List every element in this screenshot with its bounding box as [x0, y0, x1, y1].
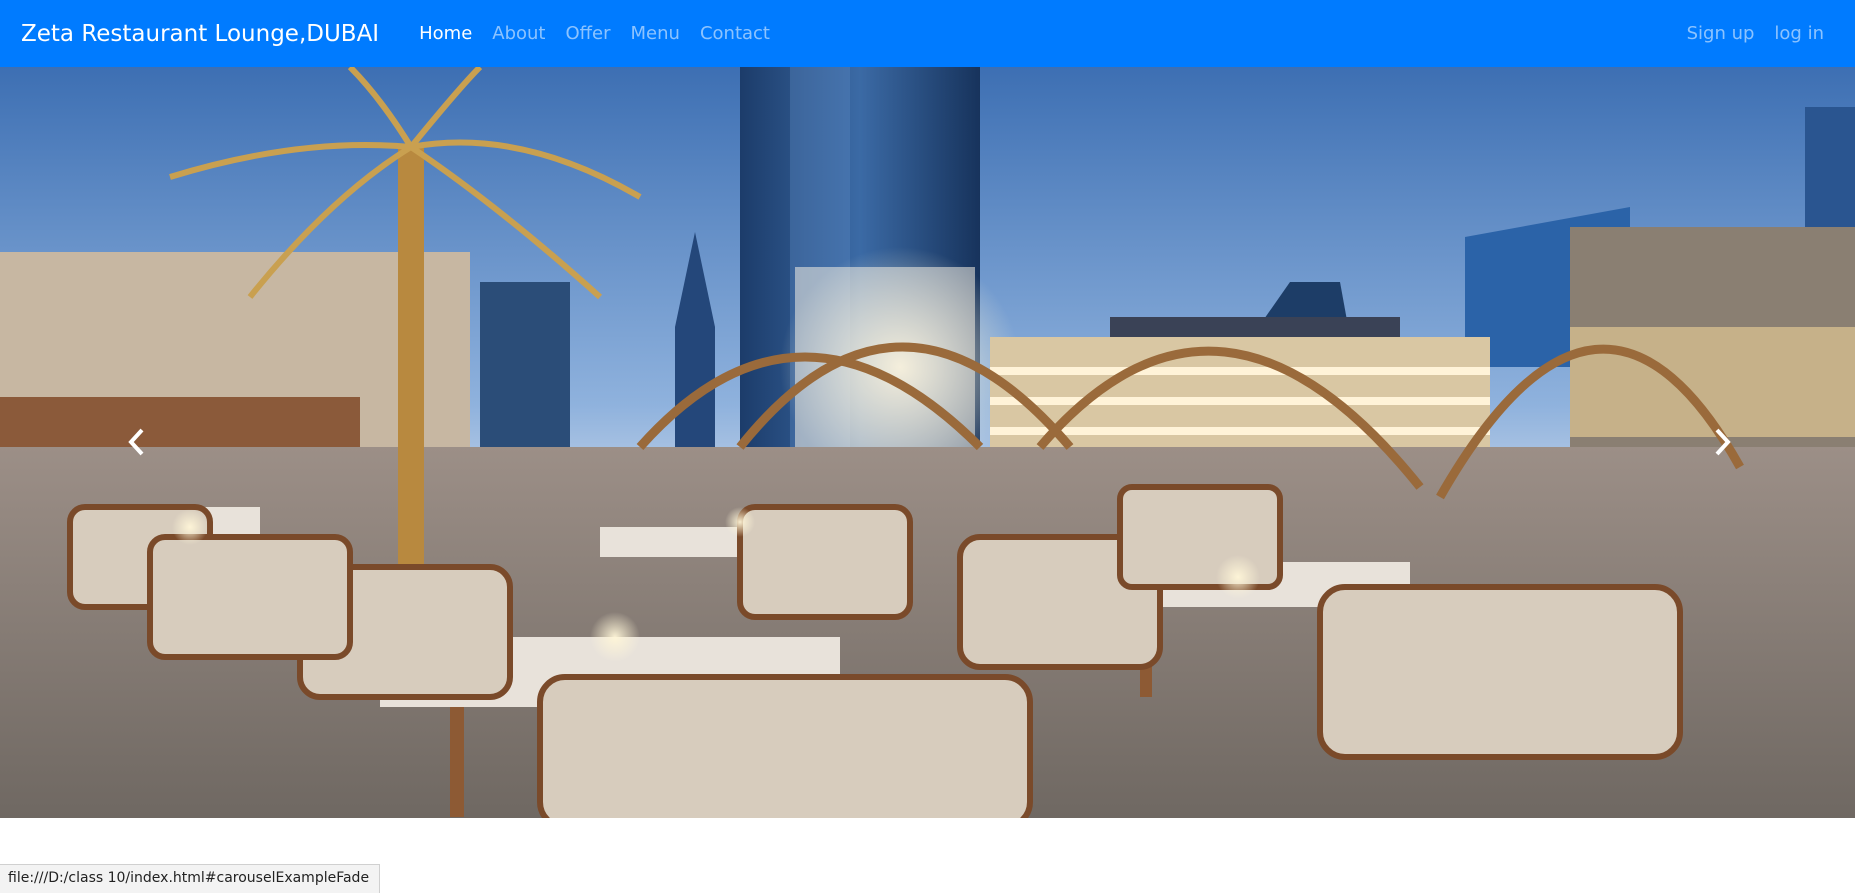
nav-offer[interactable]: Offer [565, 23, 610, 44]
restaurant-terrace-photo [0, 67, 1855, 818]
nav-contact[interactable]: Contact [700, 23, 770, 44]
nav-menu[interactable]: Menu [631, 23, 680, 44]
carousel-prev-button[interactable] [70, 67, 200, 818]
brand-link[interactable]: Zeta Restaurant Lounge,DUBAI [21, 21, 379, 47]
signup-link[interactable]: Sign up [1687, 23, 1755, 44]
nav-home[interactable]: Home [419, 23, 472, 44]
nav-links: Home About Offer Menu Contact [409, 23, 780, 44]
browser-status-bar: file:///D:/class 10/index.html#carouselE… [0, 864, 380, 893]
navbar: Zeta Restaurant Lounge,DUBAI Home About … [0, 0, 1855, 67]
carousel-next-button[interactable] [1655, 67, 1785, 818]
nav-about[interactable]: About [492, 23, 545, 44]
chevron-left-icon [128, 428, 144, 456]
chevron-right-icon [1715, 428, 1731, 456]
nav-right: Sign up log in [1677, 23, 1834, 44]
carousel [0, 67, 1855, 818]
login-link[interactable]: log in [1774, 23, 1824, 44]
